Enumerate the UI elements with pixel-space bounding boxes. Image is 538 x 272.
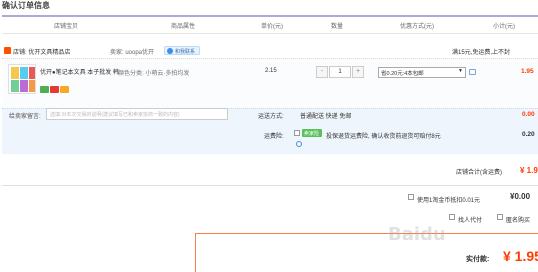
- shipping-method: 普通配送 快递 免邮: [300, 114, 352, 120]
- page-title: 确认订单信息: [2, 1, 50, 10]
- contact-seller-button[interactable]: 和我联系: [164, 46, 200, 55]
- pay-for-me-checkbox[interactable]: [449, 214, 455, 220]
- item-subtotal: 1.95: [521, 68, 534, 75]
- shipping-label: 运送方式:: [258, 114, 284, 120]
- promotion-select-value: 省0.20元:4本包邮: [381, 71, 424, 77]
- coins-discount-value: ¥0.00: [510, 192, 531, 201]
- use-coins-checkbox[interactable]: [408, 194, 414, 200]
- section-divider: [2, 185, 538, 186]
- col-header-item: 店铺宝贝: [54, 24, 79, 30]
- shop-name-link[interactable]: 店铺: 优开文具精品店: [13, 47, 70, 56]
- item-row: [2, 58, 538, 108]
- insurance-label: 运费险:: [264, 134, 284, 140]
- chevron-down-icon: ▼: [458, 68, 463, 74]
- insurance-tag-label: 卖家险: [304, 131, 320, 137]
- free-shipping-note: 满15元,免运费,上不封: [452, 50, 511, 56]
- guarantee-badge-icon: [40, 86, 49, 93]
- info-icon[interactable]: [296, 141, 302, 147]
- col-header-attributes: 商品属性: [171, 24, 196, 30]
- col-header-quantity: 数量: [331, 24, 344, 30]
- quantity-decrease-button[interactable]: -: [316, 66, 328, 78]
- use-coins-label: 使用1淘金币抵扣0.01元: [417, 198, 481, 204]
- anonymous-purchase-checkbox[interactable]: [497, 214, 503, 220]
- message-label: 给卖家留言:: [9, 114, 41, 120]
- header-divider: [2, 15, 538, 17]
- col-header-discount: 优惠方式(元): [400, 24, 434, 30]
- return-badge-icon: [60, 86, 69, 93]
- quantity-input[interactable]: 1: [329, 66, 351, 78]
- message-placeholder: 选填:对本次交易的说明(建议填写已和卖家协商一致的内容): [50, 112, 180, 118]
- seller-name[interactable]: 卖家: uoopa优开: [110, 47, 154, 56]
- service-badges: [40, 86, 70, 95]
- quantity-increase-button[interactable]: +: [352, 66, 364, 78]
- payable-label: 实付款:: [466, 256, 490, 263]
- col-header-unit-price: 单价(元): [261, 24, 283, 30]
- col-header-subtotal: 小计(元): [493, 24, 515, 30]
- unit-price: 2.15: [265, 68, 277, 74]
- item-spec: 颜色分类: 小萌云·多拍均发: [118, 71, 190, 77]
- quantity-stepper: - 1 +: [316, 66, 364, 78]
- chat-icon: [167, 48, 173, 54]
- insurance-fee: 0.20: [522, 131, 535, 138]
- credit-badge-icon: [50, 86, 59, 93]
- watermark-logo: Baidu: [388, 224, 446, 245]
- insurance-checkbox[interactable]: [294, 130, 300, 136]
- shop-divider: [2, 33, 538, 34]
- insurance-description: 投保退货运费险, 确认收货前退货可赔付8元: [326, 134, 441, 140]
- message-input[interactable]: 选填:对本次交易的说明(建议填写已和卖家协商一致的内容): [46, 108, 228, 120]
- store-total-value: ¥ 1.95: [520, 166, 538, 175]
- store-total-label: 店铺合计(含运费): [456, 170, 502, 176]
- payable-amount: ¥ 1.95: [503, 248, 538, 264]
- promotion-select[interactable]: 省0.20元:4本包邮 ▼: [378, 67, 466, 78]
- insurance-tag: 卖家险: [302, 129, 322, 137]
- contact-seller-label: 和我联系: [175, 49, 196, 55]
- shipping-fee: 0.00: [522, 111, 535, 118]
- help-icon[interactable]: [469, 69, 476, 75]
- shop-icon: [4, 47, 11, 54]
- item-thumbnail[interactable]: [8, 64, 36, 94]
- item-title[interactable]: 优开●笔记本文具 本子批发 韩...: [40, 67, 124, 76]
